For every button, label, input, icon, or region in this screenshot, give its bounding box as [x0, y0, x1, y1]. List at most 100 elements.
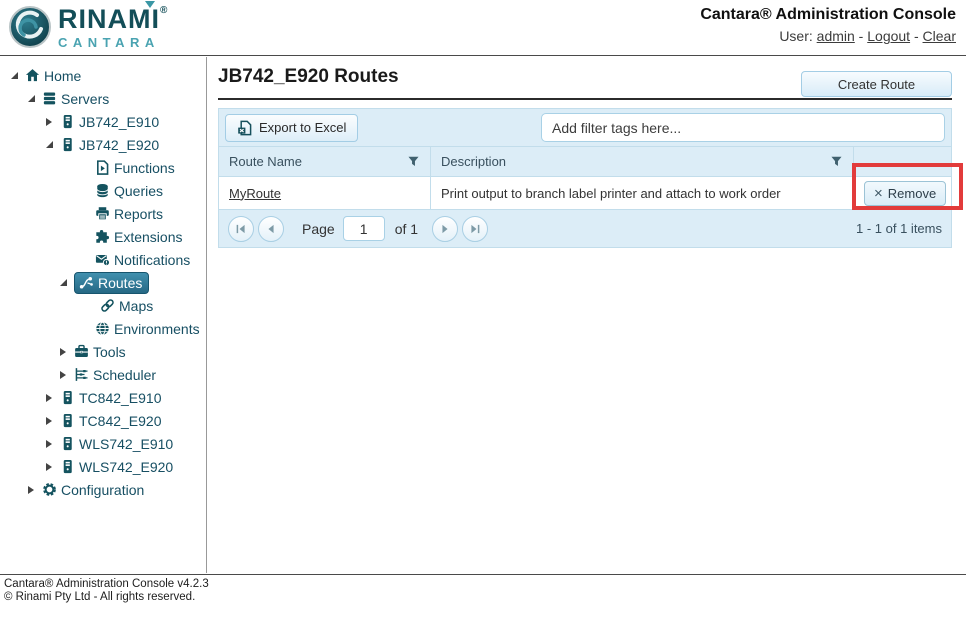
tools-icon	[74, 344, 89, 359]
sidebar-item-scheduler[interactable]: Scheduler	[0, 363, 206, 386]
remove-label: Remove	[888, 186, 936, 201]
collapsed-arrow-icon[interactable]	[43, 463, 55, 471]
column-header-description[interactable]: Description	[431, 147, 854, 176]
logo-brand-text: RINAMI®	[58, 6, 168, 33]
scheduler-icon	[74, 367, 89, 382]
column-header-actions	[854, 147, 951, 176]
app-title: Cantara® Administration Console	[700, 6, 956, 24]
sidebar-item-home[interactable]: Home	[0, 64, 206, 87]
table-header-row: Route Name Description	[219, 147, 951, 177]
extensions-icon	[95, 229, 110, 244]
sidebar-item-label: Extensions	[114, 229, 182, 245]
sidebar-item-label: WLS742_E910	[79, 436, 173, 452]
close-x-icon: ×	[874, 186, 883, 201]
grid-toolbar: Export to Excel	[219, 109, 951, 147]
first-page-button[interactable]	[228, 216, 254, 242]
page-number-input[interactable]	[343, 216, 385, 241]
filter-tags-input[interactable]	[541, 113, 945, 142]
collapsed-arrow-icon[interactable]	[25, 486, 37, 494]
last-page-icon	[469, 223, 481, 235]
collapsed-arrow-icon[interactable]	[43, 118, 55, 126]
next-page-button[interactable]	[432, 216, 458, 242]
sidebar-item-environments[interactable]: Environments	[0, 317, 206, 340]
page-of-label: of 1	[395, 221, 418, 237]
top-bar: RINAMI® CANTARA Cantara® Administration …	[0, 0, 966, 56]
sidebar-item-label: Notifications	[114, 252, 190, 268]
sidebar-item-label: Scheduler	[93, 367, 156, 383]
logout-link[interactable]: Logout	[867, 28, 910, 44]
reports-icon	[95, 206, 110, 221]
collapsed-arrow-icon[interactable]	[43, 394, 55, 402]
user-label: User:	[779, 28, 812, 44]
collapsed-arrow-icon[interactable]	[43, 417, 55, 425]
export-to-excel-button[interactable]: Export to Excel	[225, 114, 358, 142]
sidebar-item-label: Home	[44, 68, 81, 84]
user-admin-link[interactable]: admin	[817, 28, 855, 44]
collapsed-arrow-icon[interactable]	[57, 371, 69, 379]
home-icon	[25, 68, 40, 83]
route-name-cell: MyRoute	[219, 177, 431, 209]
remove-button[interactable]: × Remove	[864, 181, 946, 206]
sidebar-item-jb742-e910[interactable]: JB742_E910	[0, 110, 206, 133]
sidebar-item-tools[interactable]: Tools	[0, 340, 206, 363]
sidebar-item-routes[interactable]: Routes	[0, 271, 206, 294]
environments-icon	[95, 321, 110, 336]
last-page-button[interactable]	[462, 216, 488, 242]
create-route-button[interactable]: Create Route	[801, 71, 952, 97]
sidebar-item-label: WLS742_E920	[79, 459, 173, 475]
rinami-cantara-logo: RINAMI® CANTARA	[8, 5, 168, 49]
previous-page-icon	[265, 223, 277, 235]
sidebar-item-configuration[interactable]: Configuration	[0, 478, 206, 501]
filter-funnel-icon[interactable]	[407, 155, 420, 168]
servers-icon	[42, 91, 57, 106]
sidebar-item-notifications[interactable]: Notifications	[0, 248, 206, 271]
user-session-line: User: admin - Logout - Clear	[700, 28, 956, 44]
sidebar-item-label: Queries	[114, 183, 163, 199]
sidebar-item-label: Configuration	[61, 482, 144, 498]
expanded-arrow-icon[interactable]	[8, 72, 20, 79]
table-row: MyRoute Print output to branch label pri…	[219, 177, 951, 209]
expanded-arrow-icon[interactable]	[43, 141, 55, 148]
column-label: Description	[441, 154, 830, 169]
sidebar-item-extensions[interactable]: Extensions	[0, 225, 206, 248]
separator: -	[910, 28, 922, 44]
clear-link[interactable]: Clear	[923, 28, 956, 44]
main-content: JB742_E920 Routes Create Route Export to…	[208, 56, 966, 574]
sidebar-item-reports[interactable]: Reports	[0, 202, 206, 225]
maps-icon	[100, 298, 115, 313]
sidebar-item-functions[interactable]: Functions	[0, 156, 206, 179]
sidebar-item-label: Maps	[119, 298, 153, 314]
registered-mark: ®	[160, 5, 168, 16]
logo-triangle-accent	[145, 1, 155, 8]
expanded-arrow-icon[interactable]	[25, 95, 37, 102]
sidebar-item-jb742-e920[interactable]: JB742_E920	[0, 133, 206, 156]
sidebar-item-tc842-e920[interactable]: TC842_E920	[0, 409, 206, 432]
collapsed-arrow-icon[interactable]	[57, 348, 69, 356]
sidebar-item-label: Tools	[93, 344, 126, 360]
sidebar-item-tc842-e910[interactable]: TC842_E910	[0, 386, 206, 409]
column-header-route-name[interactable]: Route Name	[219, 147, 431, 176]
routes-icon	[79, 275, 94, 290]
expanded-arrow-icon[interactable]	[57, 279, 69, 286]
sidebar-item-label: Environments	[114, 321, 200, 337]
functions-icon	[95, 160, 110, 175]
previous-page-button[interactable]	[258, 216, 284, 242]
excel-file-icon	[237, 120, 253, 136]
configuration-icon	[42, 482, 57, 497]
server-icon	[60, 413, 75, 428]
route-myroute-link[interactable]: MyRoute	[229, 186, 281, 201]
sidebar-item-wls742-e910[interactable]: WLS742_E910	[0, 432, 206, 455]
sidebar-item-wls742-e920[interactable]: WLS742_E920	[0, 455, 206, 478]
sidebar-item-servers[interactable]: Servers	[0, 87, 206, 110]
export-label: Export to Excel	[259, 120, 346, 135]
sidebar-item-maps[interactable]: Maps	[0, 294, 206, 317]
route-actions-cell: × Remove	[854, 177, 951, 209]
first-page-icon	[235, 223, 247, 235]
sidebar-item-label: TC842_E910	[79, 390, 162, 406]
column-label: Route Name	[229, 154, 407, 169]
filter-funnel-icon[interactable]	[830, 155, 843, 168]
page-label: Page	[302, 221, 335, 237]
collapsed-arrow-icon[interactable]	[43, 440, 55, 448]
logo-sub-text: CANTARA	[58, 36, 168, 49]
sidebar-item-queries[interactable]: Queries	[0, 179, 206, 202]
